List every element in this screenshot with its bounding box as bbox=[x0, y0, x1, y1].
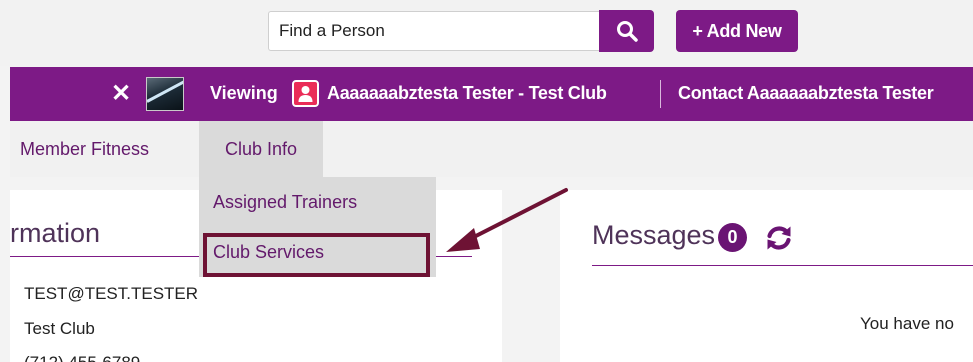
messages-title: Messages bbox=[592, 220, 716, 250]
profile-thumbnail bbox=[146, 77, 184, 111]
club-info-dropdown: Assigned Trainers Club Services bbox=[199, 177, 436, 277]
person-icon bbox=[292, 80, 319, 107]
menu-item-assigned-trainers[interactable]: Assigned Trainers bbox=[199, 177, 436, 227]
phone-value: (712) 455-6789 bbox=[24, 353, 140, 362]
contact-link[interactable]: Contact Aaaaaaabztesta Tester bbox=[678, 83, 934, 104]
viewing-bar: ✕ Viewing Aaaaaaabztesta Tester - Test C… bbox=[10, 67, 973, 121]
nav-club-info[interactable]: Club Info bbox=[199, 121, 323, 177]
empty-messages-text: You have no bbox=[860, 314, 954, 333]
message-count-badge: 0 bbox=[718, 223, 747, 252]
search-input[interactable] bbox=[268, 11, 600, 51]
panel-title: rmation bbox=[10, 218, 101, 248]
divider bbox=[660, 80, 661, 108]
viewing-label: Viewing bbox=[210, 83, 278, 103]
top-search-bar: + Add New bbox=[0, 0, 973, 66]
club-value: Test Club bbox=[24, 319, 95, 338]
search-icon bbox=[616, 21, 638, 42]
nav-member-fitness[interactable]: Member Fitness bbox=[20, 121, 149, 177]
menu-item-club-services[interactable]: Club Services bbox=[199, 227, 436, 277]
refresh-icon[interactable] bbox=[765, 224, 793, 252]
divider bbox=[592, 265, 973, 266]
close-icon[interactable]: ✕ bbox=[108, 79, 134, 109]
messages-panel: Messages 0 You have no bbox=[560, 190, 973, 362]
email-value: TEST@TEST.TESTER bbox=[24, 284, 199, 303]
viewing-person-name[interactable]: Aaaaaaabztesta Tester - Test Club bbox=[327, 83, 607, 104]
nav-row: Member Fitness Club Info bbox=[10, 121, 973, 177]
add-new-button[interactable]: + Add New bbox=[676, 10, 798, 52]
search-button[interactable] bbox=[599, 10, 654, 52]
